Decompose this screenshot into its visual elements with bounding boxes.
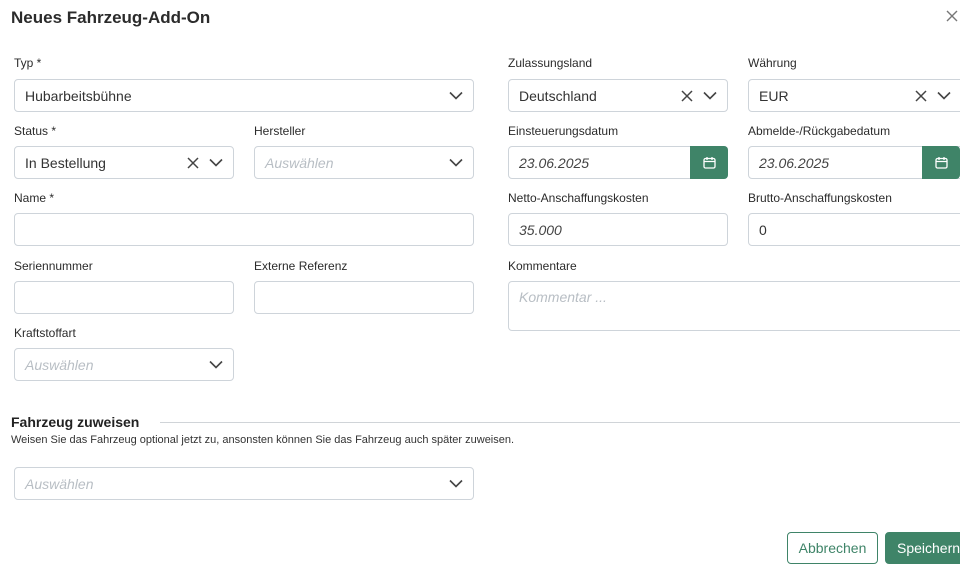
netto-input[interactable]: 35.000 bbox=[508, 213, 728, 246]
chevron-down-icon bbox=[449, 158, 463, 167]
abmeldedatum-label: Abmelde-/Rückgabedatum bbox=[748, 124, 891, 138]
hersteller-placeholder: Auswählen bbox=[265, 154, 334, 171]
section-title-fahrzeug-zuweisen: Fahrzeug zuweisen bbox=[11, 414, 140, 430]
kommentare-label: Kommentare bbox=[508, 259, 577, 273]
status-label: Status * bbox=[14, 124, 57, 138]
kommentare-placeholder: Kommentar ... bbox=[519, 289, 607, 305]
hersteller-select[interactable]: Auswählen bbox=[254, 146, 474, 179]
dialog-title: Neues Fahrzeug-Add-On bbox=[11, 8, 211, 27]
netto-value: 35.000 bbox=[519, 221, 562, 238]
name-label: Name * bbox=[14, 191, 55, 205]
calendar-button[interactable] bbox=[922, 146, 960, 179]
brutto-value: 0 bbox=[759, 221, 767, 238]
chevron-down-icon bbox=[449, 479, 463, 488]
brutto-label: Brutto-Anschaffungskosten bbox=[748, 191, 892, 205]
waehrung-label: Währung bbox=[748, 56, 797, 70]
zulassungsland-label: Zulassungsland bbox=[508, 56, 593, 70]
waehrung-value: EUR bbox=[759, 87, 789, 104]
zulassungsland-select[interactable]: Deutschland bbox=[508, 79, 728, 112]
calendar-button[interactable] bbox=[690, 146, 728, 179]
name-input[interactable] bbox=[14, 213, 474, 246]
typ-value: Hubarbeitsbühne bbox=[25, 87, 132, 104]
status-value: In Bestellung bbox=[25, 154, 106, 171]
close-icon[interactable] bbox=[946, 9, 960, 27]
waehrung-select[interactable]: EUR bbox=[748, 79, 960, 112]
clear-icon[interactable] bbox=[187, 156, 199, 169]
section-subtitle: Weisen Sie das Fahrzeug optional jetzt z… bbox=[11, 434, 515, 446]
typ-select[interactable]: Hubarbeitsbühne bbox=[14, 79, 474, 112]
calendar-icon bbox=[934, 157, 948, 169]
chevron-down-icon bbox=[703, 91, 717, 100]
cancel-button[interactable]: Abbrechen bbox=[787, 532, 878, 564]
chevron-down-icon bbox=[209, 158, 223, 167]
externe-referenz-input[interactable] bbox=[254, 281, 474, 314]
seriennummer-label: Seriennummer bbox=[14, 259, 93, 273]
einsteuerungsdatum-value: 23.06.2025 bbox=[519, 154, 590, 171]
clear-icon[interactable] bbox=[681, 89, 693, 102]
kraftstoffart-label: Kraftstoffart bbox=[14, 326, 76, 340]
zulassungsland-value: Deutschland bbox=[519, 87, 597, 104]
typ-label: Typ * bbox=[14, 56, 42, 70]
externe-referenz-label: Externe Referenz bbox=[254, 259, 348, 273]
status-select[interactable]: In Bestellung bbox=[14, 146, 234, 179]
hersteller-label: Hersteller bbox=[254, 124, 306, 138]
fahrzeug-placeholder: Auswählen bbox=[25, 475, 94, 492]
abmeldedatum-input[interactable]: 23.06.2025 bbox=[748, 146, 960, 179]
save-button[interactable]: Speichern bbox=[885, 532, 960, 564]
chevron-down-icon bbox=[449, 91, 463, 100]
kraftstoffart-placeholder: Auswählen bbox=[25, 356, 94, 373]
kommentare-textarea[interactable]: Kommentar ... bbox=[508, 281, 960, 331]
calendar-icon bbox=[702, 157, 716, 169]
brutto-input[interactable]: 0 bbox=[748, 213, 960, 246]
einsteuerungsdatum-label: Einsteuerungsdatum bbox=[508, 124, 619, 138]
chevron-down-icon bbox=[937, 91, 951, 100]
kraftstoffart-select[interactable]: Auswählen bbox=[14, 348, 234, 381]
seriennummer-input[interactable] bbox=[14, 281, 234, 314]
chevron-down-icon bbox=[209, 360, 223, 369]
fahrzeug-select[interactable]: Auswählen bbox=[14, 467, 474, 500]
einsteuerungsdatum-input[interactable]: 23.06.2025 bbox=[508, 146, 728, 179]
netto-label: Netto-Anschaffungskosten bbox=[508, 191, 649, 205]
section-divider bbox=[160, 422, 960, 423]
clear-icon[interactable] bbox=[915, 89, 927, 102]
